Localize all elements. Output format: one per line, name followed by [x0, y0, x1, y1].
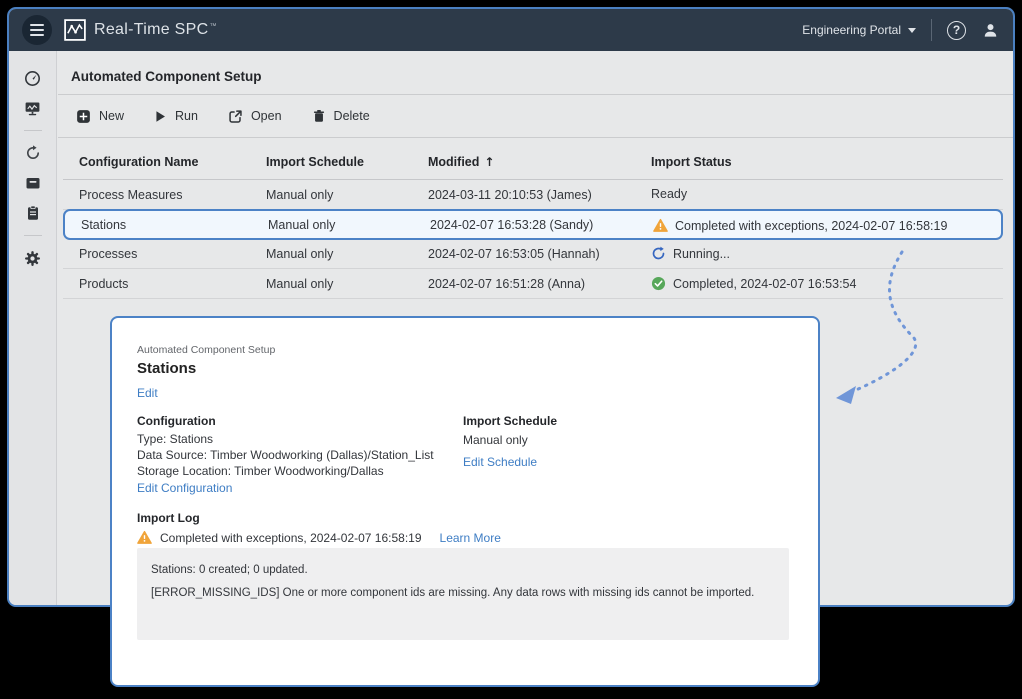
- import-log-status-row: Completed with exceptions, 2024-02-07 16…: [137, 530, 501, 545]
- table-row-selected[interactable]: Stations Manual only 2024-02-07 16:53:28…: [63, 209, 1003, 240]
- log-line: [ERROR_MISSING_IDS] One or more componen…: [151, 587, 775, 599]
- configuration-data-source: Data Source: Timber Woodworking (Dallas)…: [137, 448, 434, 462]
- charts-monitor-icon[interactable]: [18, 95, 48, 121]
- archive-box-icon[interactable]: [18, 170, 48, 196]
- column-header-import-schedule[interactable]: Import Schedule: [266, 155, 364, 169]
- column-header-modified[interactable]: Modified↑: [428, 155, 494, 169]
- toolbar: New Run Open: [58, 95, 1013, 137]
- plus-icon: [76, 109, 91, 124]
- column-header-configuration-name[interactable]: Configuration Name: [79, 155, 198, 169]
- edit-link[interactable]: Edit: [137, 386, 158, 400]
- config-name: Process Measures: [79, 188, 183, 202]
- modified: 2024-03-11 20:10:53 (James): [428, 188, 592, 202]
- settings-gear-icon[interactable]: [18, 245, 48, 271]
- modified: 2024-02-07 16:53:05 (Hannah): [428, 247, 600, 261]
- status: Completed with exceptions, 2024-02-07 16…: [653, 218, 947, 233]
- panel-breadcrumb: Automated Component Setup: [137, 344, 275, 356]
- import-log-status: Completed with exceptions, 2024-02-07 16…: [160, 531, 422, 545]
- config-name: Stations: [81, 218, 126, 232]
- import-schedule: Manual only: [266, 247, 333, 261]
- chevron-down-icon: [908, 28, 916, 33]
- callout-arrow: [820, 242, 935, 412]
- app-logo-icon: [64, 19, 86, 41]
- panel-title: Stations: [137, 360, 196, 377]
- topbar-divider: [931, 19, 932, 41]
- status: Running...: [651, 246, 730, 261]
- rail-divider: [24, 235, 42, 236]
- portal-selector[interactable]: Engineering Portal: [802, 23, 916, 37]
- modified: 2024-02-07 16:51:28 (Anna): [428, 277, 585, 291]
- configuration-heading: Configuration: [137, 414, 216, 428]
- delete-button[interactable]: Delete: [312, 109, 370, 123]
- import-schedule-heading: Import Schedule: [463, 414, 557, 428]
- new-button[interactable]: New: [76, 109, 124, 124]
- dashboard-gauge-icon[interactable]: [18, 65, 48, 91]
- left-nav-rail: [9, 51, 57, 605]
- learn-more-link[interactable]: Learn More: [440, 531, 501, 545]
- warning-icon: [653, 218, 668, 233]
- app-title: Real-Time SPC™: [94, 21, 217, 39]
- user-icon[interactable]: [982, 22, 999, 39]
- log-line: Stations: 0 created; 0 updated.: [151, 564, 775, 576]
- import-schedule: Manual only: [266, 277, 333, 291]
- configuration-type: Type: Stations: [137, 432, 213, 446]
- edit-configuration-link[interactable]: Edit Configuration: [137, 481, 232, 495]
- config-name: Products: [79, 277, 128, 291]
- top-bar: Real-Time SPC™ Engineering Portal ?: [9, 9, 1013, 51]
- play-icon: [154, 110, 167, 123]
- import-schedule: Manual only: [266, 188, 333, 202]
- sync-icon[interactable]: [18, 140, 48, 166]
- hamburger-menu-icon[interactable]: [22, 15, 52, 45]
- running-spinner-icon: [651, 246, 666, 261]
- warning-icon: [137, 530, 152, 545]
- help-icon[interactable]: ?: [947, 21, 966, 40]
- portal-label: Engineering Portal: [802, 23, 901, 37]
- sort-ascending-icon: ↑: [484, 155, 494, 169]
- open-button[interactable]: Open: [228, 109, 282, 124]
- run-button[interactable]: Run: [154, 109, 198, 123]
- status: Ready: [651, 187, 687, 201]
- success-check-icon: [651, 276, 666, 291]
- import-log-output: Stations: 0 created; 0 updated. [ERROR_M…: [137, 548, 789, 640]
- configuration-storage-location: Storage Location: Timber Woodworking/Dal…: [137, 464, 384, 478]
- edit-schedule-link[interactable]: Edit Schedule: [463, 455, 537, 469]
- import-schedule: Manual only: [268, 218, 335, 232]
- table-row[interactable]: Process Measures Manual only 2024-03-11 …: [63, 180, 1003, 210]
- import-schedule-value: Manual only: [463, 433, 528, 447]
- modified: 2024-02-07 16:53:28 (Sandy): [430, 218, 593, 232]
- trash-icon: [312, 109, 326, 123]
- column-header-import-status[interactable]: Import Status: [651, 155, 732, 169]
- open-external-icon: [228, 109, 243, 124]
- clipboard-icon[interactable]: [18, 200, 48, 226]
- detail-panel: Automated Component Setup Stations Edit …: [110, 316, 820, 687]
- import-log-heading: Import Log: [137, 511, 200, 525]
- rail-divider: [24, 130, 42, 131]
- config-name: Processes: [79, 247, 137, 261]
- page-title: Automated Component Setup: [58, 51, 1013, 94]
- trademark-symbol: ™: [209, 23, 216, 30]
- table-header-row: Configuration Name Import Schedule Modif…: [63, 138, 1003, 180]
